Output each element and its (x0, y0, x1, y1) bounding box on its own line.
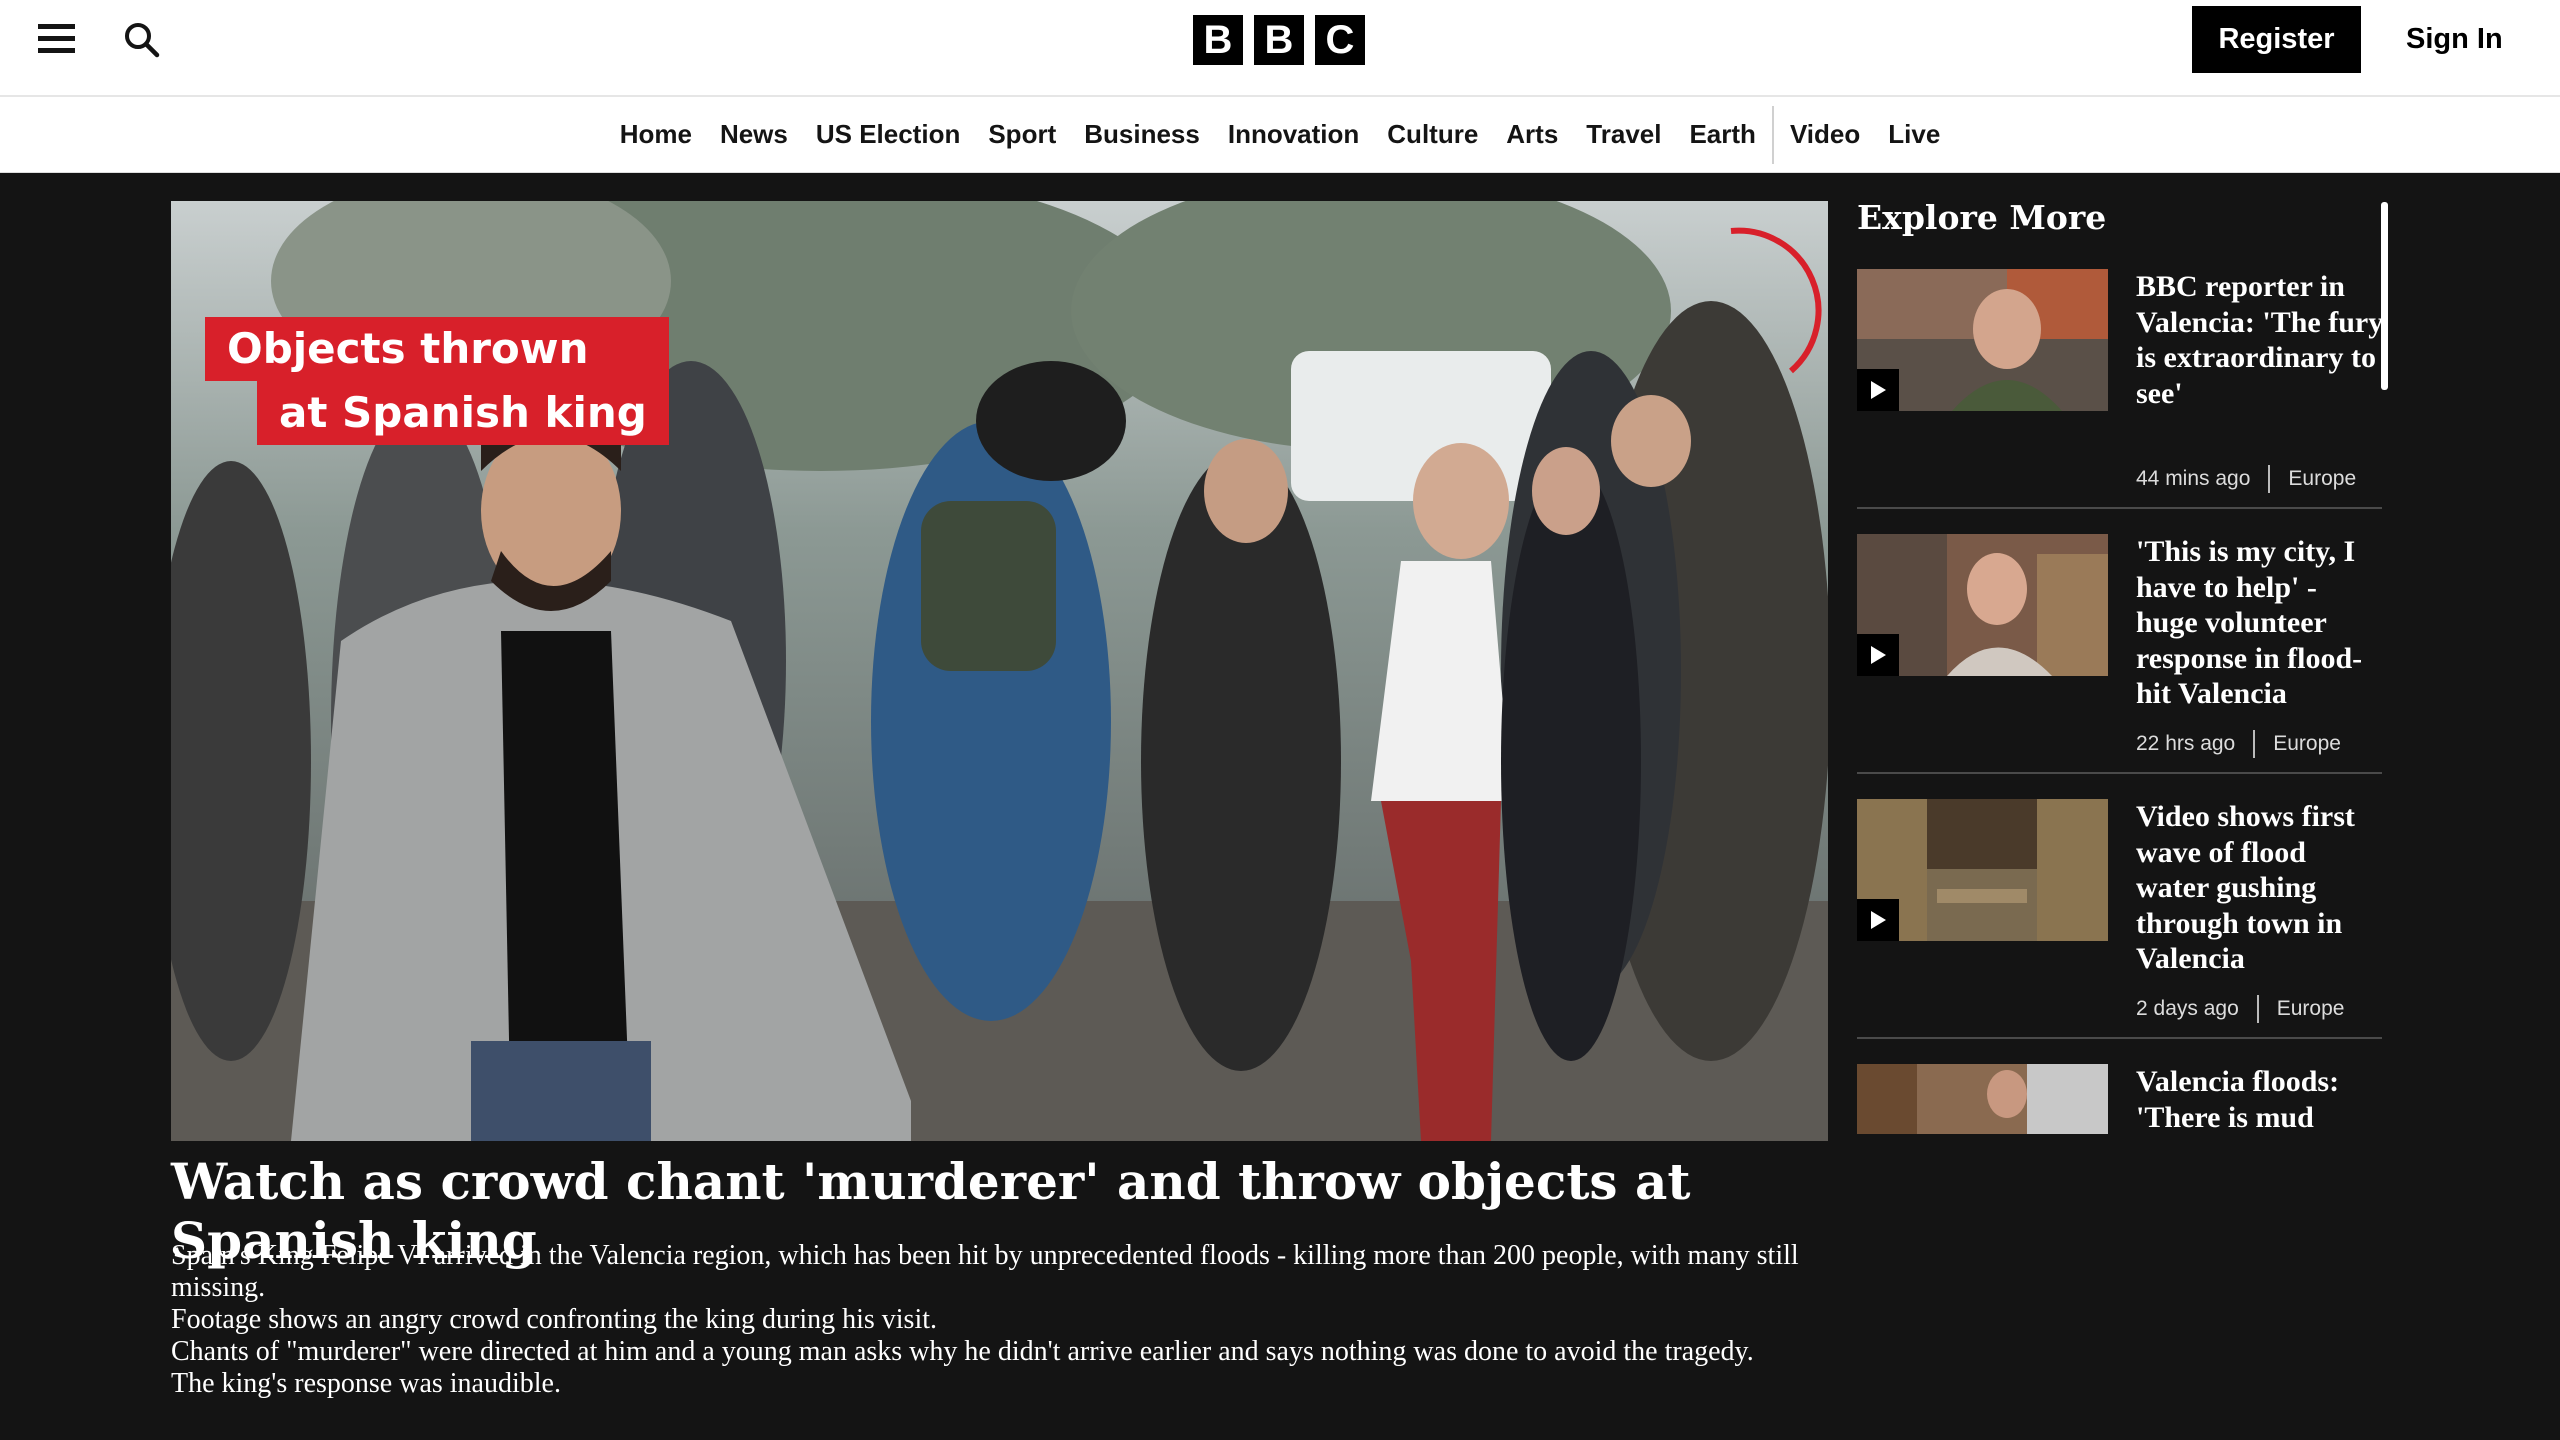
card-divider (1857, 1037, 2382, 1039)
video-thumbnail (1857, 799, 2108, 941)
logo-letter: C (1315, 15, 1365, 65)
card-title: BBC reporter in Valencia: 'The fury is e… (2136, 270, 2384, 410)
nav-item-arts[interactable]: Arts (1492, 106, 1572, 164)
play-icon (1857, 369, 1899, 411)
summary-paragraph: The king's response was inaudible. (171, 1368, 561, 1399)
play-icon (1857, 899, 1899, 941)
nav-item-us-election[interactable]: US Election (802, 106, 974, 164)
overlay-line-1: Objects thrown (205, 317, 669, 381)
video-player[interactable]: Objects thrown at Spanish king (171, 201, 1828, 1141)
nav-item-culture[interactable]: Culture (1373, 106, 1492, 164)
card-section: Europe (2273, 732, 2341, 755)
video-thumbnail (1857, 1064, 2108, 1134)
sign-in-button[interactable]: Sign In (2400, 6, 2560, 73)
register-button[interactable]: Register (2192, 6, 2361, 73)
summary-paragraph: Spain's King Felipe VI arrived in the Va… (171, 1240, 1799, 1303)
video-thumbnail (1857, 269, 2108, 411)
main-nav: Home News US Election Sport Business Inn… (0, 97, 2560, 173)
card-title: 'This is my city, I have to help' - huge… (2136, 535, 2363, 710)
summary-paragraph: Chants of "murderer" were directed at hi… (171, 1336, 1754, 1367)
card-title: Valencia floods: 'There is mud (2136, 1065, 2340, 1134)
card-divider (1857, 772, 2382, 774)
video-overlay-caption: Objects thrown at Spanish king (205, 317, 669, 445)
card-meta: 22 hrs ago Europe (2136, 730, 2341, 758)
play-icon (1857, 634, 1899, 676)
nav-item-live[interactable]: Live (1874, 106, 1954, 164)
bbc-logo[interactable]: B B C (1193, 15, 1365, 65)
logo-letter: B (1193, 15, 1243, 65)
nav-item-travel[interactable]: Travel (1572, 106, 1675, 164)
card-title: Video shows first wave of flood water gu… (2136, 800, 2355, 975)
nav-item-sport[interactable]: Sport (974, 106, 1070, 164)
summary-paragraph: Footage shows an angry crowd confronting… (171, 1304, 938, 1335)
card-meta: 2 days ago Europe (2136, 995, 2344, 1023)
explore-card[interactable]: 'This is my city, I have to help' - huge… (1857, 534, 2382, 799)
card-timestamp: 44 mins ago (2136, 467, 2251, 490)
nav-item-home[interactable]: Home (606, 106, 706, 164)
explore-card[interactable]: BBC reporter in Valencia: 'The fury is e… (1857, 269, 2384, 534)
hamburger-menu-icon[interactable] (38, 22, 78, 56)
meta-divider (2253, 730, 2256, 758)
card-divider (1857, 507, 2382, 509)
card-timestamp: 2 days ago (2136, 997, 2239, 1020)
video-thumbnail (1857, 534, 2108, 676)
top-header: B B C Register Sign In (0, 0, 2560, 97)
explore-more-heading: Explore More (1857, 198, 2107, 237)
overlay-line-2: at Spanish king (257, 381, 669, 445)
nav-item-business[interactable]: Business (1070, 106, 1214, 164)
meta-divider (2268, 465, 2271, 493)
nav-item-earth[interactable]: Earth (1675, 106, 1769, 164)
card-meta: 44 mins ago Europe (2136, 465, 2356, 493)
card-timestamp: 22 hrs ago (2136, 732, 2236, 755)
explore-card[interactable]: Valencia floods: 'There is mud (1857, 1064, 2382, 1134)
nav-item-innovation[interactable]: Innovation (1214, 106, 1373, 164)
card-section: Europe (2276, 997, 2345, 1020)
logo-letter: B (1254, 15, 1304, 65)
nav-divider (1771, 105, 1774, 164)
search-icon[interactable] (122, 20, 162, 60)
meta-divider (2256, 995, 2259, 1023)
nav-item-news[interactable]: News (706, 106, 802, 164)
card-section: Europe (2288, 467, 2357, 490)
article-summary: Spain's King Felipe VI arrived in the Va… (171, 1240, 1811, 1400)
explore-card[interactable]: Video shows first wave of flood water gu… (1857, 799, 2382, 1064)
nav-item-video[interactable]: Video (1776, 106, 1874, 164)
